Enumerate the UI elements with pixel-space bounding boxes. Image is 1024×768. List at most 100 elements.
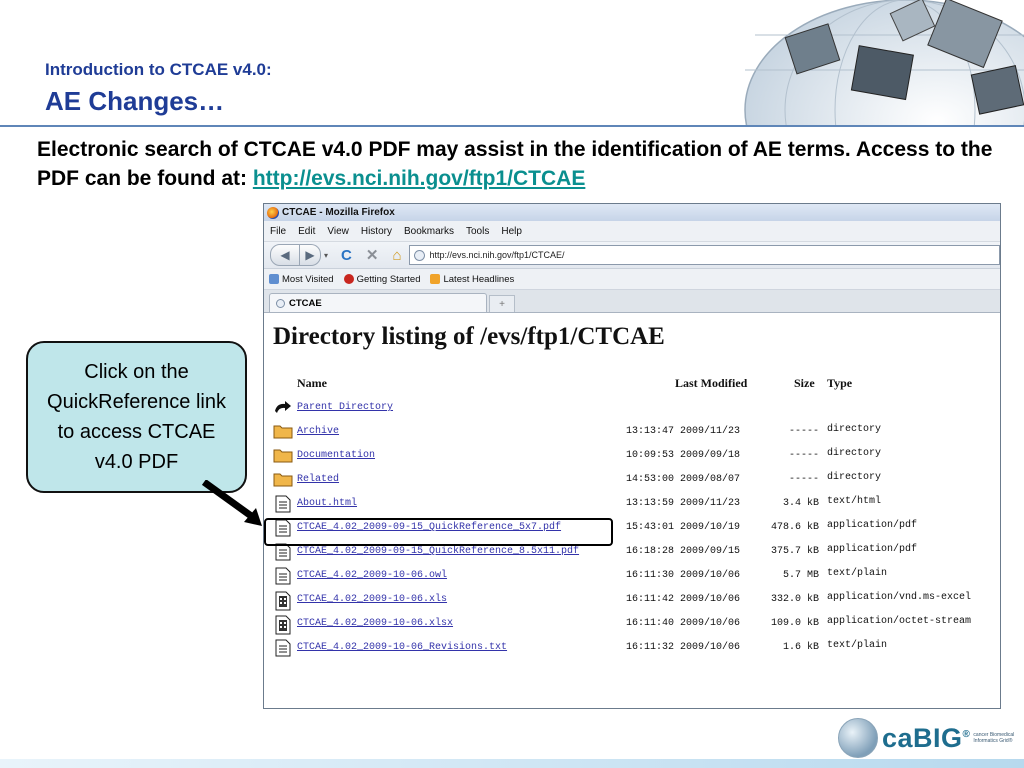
back-arrow-icon: ◀: [280, 248, 290, 262]
size-cell: 478.6 kB: [770, 522, 819, 533]
file-link[interactable]: About.html: [297, 498, 357, 509]
file-link[interactable]: CTCAE_4.02_2009-10-06.xlsx: [297, 618, 453, 629]
size-cell: -----: [788, 474, 819, 485]
last-modified-cell: 16:11:30 2009/10/06: [626, 570, 741, 581]
last-modified-cell: 16:11:32 2009/10/06: [626, 642, 741, 653]
cabig-logo: caBIG® cancer Biomedical Informatics Gri…: [838, 718, 1015, 758]
last-modified-cell: 13:13:47 2009/11/23: [626, 426, 741, 437]
last-modified-cell: 16:18:28 2009/09/15: [626, 546, 741, 557]
file-link[interactable]: Documentation: [297, 450, 375, 461]
size-cell: 375.7 kB: [770, 546, 819, 557]
type-cell: text/plain: [827, 640, 888, 651]
slide-subtitle: Introduction to CTCAE v4.0:: [45, 60, 272, 79]
parent-directory-row: Parent Directory: [273, 399, 993, 419]
callout-text: Click on the QuickReference link to acce…: [47, 361, 226, 473]
listing-row: Archive 13:13:47 2009/11/23 ----- directory: [273, 423, 993, 443]
size-cell: -----: [788, 426, 819, 437]
file-link[interactable]: CTCAE_4.02_2009-10-06.owl: [297, 570, 447, 581]
directory-heading: Directory listing of /evs/ftp1/CTCAE: [273, 323, 665, 350]
type-cell: text/plain: [827, 568, 888, 579]
quickreference-highlight-box: [264, 518, 613, 546]
window-title: CTCAE - Mozilla Firefox: [282, 207, 395, 218]
folder-icon: [273, 471, 293, 492]
header-decorative-globe-image: [735, 0, 1024, 125]
home-icon[interactable]: ⌂: [392, 247, 401, 264]
menu-edit[interactable]: Edit: [298, 226, 315, 237]
listing-row: CTCAE_4.02_2009-10-06.xls 16:11:42 2009/1…: [273, 591, 993, 611]
forward-arrow-icon: ▶: [305, 248, 315, 262]
last-modified-cell: 14:53:00 2009/08/07: [626, 474, 741, 485]
bookmark-latest-headlines[interactable]: Latest Headlines: [430, 274, 514, 285]
bookmark-getting-started[interactable]: Getting Started: [343, 273, 421, 285]
tab-ctcae[interactable]: CTCAE: [269, 293, 487, 312]
folder-icon: [273, 447, 293, 468]
column-header-modified: Last Modified: [675, 376, 748, 390]
footer-band: [0, 759, 1024, 768]
quickreference-callout: Click on the QuickReference link to acce…: [26, 341, 247, 493]
tab-strip: CTCAE +: [264, 290, 1000, 313]
parent-directory-link[interactable]: Parent Directory: [297, 402, 393, 413]
callout-arrow-icon: [201, 480, 262, 526]
listing-row: CTCAE_4.02_2009-10-06.owl 16:11:30 2009/1…: [273, 567, 993, 587]
header-divider: [0, 125, 1024, 127]
reload-icon[interactable]: C: [341, 247, 352, 264]
file-link[interactable]: Related: [297, 474, 339, 485]
bookmark-label: Getting Started: [356, 273, 421, 285]
cabig-globe-icon: [838, 718, 878, 758]
size-cell: 109.0 kB: [770, 618, 819, 629]
listing-row: CTCAE_4.02_2009-09-15_QuickReference_8.5…: [273, 543, 993, 563]
menu-file[interactable]: File: [270, 226, 286, 237]
stop-icon[interactable]: ✕: [366, 246, 379, 264]
last-modified-cell: 15:43:01 2009/10/19: [626, 522, 741, 533]
type-cell: application/octet-stream: [827, 616, 972, 627]
firefox-icon: [267, 206, 279, 219]
plus-icon: +: [499, 298, 505, 310]
rss-feed-icon: [430, 274, 441, 284]
address-bar[interactable]: http://evs.nci.nih.gov/ftp1/CTCAE/: [408, 245, 1000, 265]
menu-view[interactable]: View: [327, 226, 349, 237]
file-link[interactable]: CTCAE_4.02_2009-10-06.xls: [297, 594, 447, 605]
menu-history[interactable]: History: [361, 226, 392, 237]
column-header-name: Name: [297, 376, 327, 390]
last-modified-cell: 13:13:59 2009/11/23: [626, 498, 741, 509]
listing-row: CTCAE_4.02_2009-10-06.xlsx 16:11:40 2009/…: [273, 615, 993, 635]
cabig-wordmark: caBIG®: [882, 722, 971, 753]
column-header-size: Size: [794, 376, 815, 390]
last-modified-cell: 16:11:40 2009/10/06: [626, 618, 741, 629]
lead-paragraph: Electronic search of CTCAE v4.0 PDF may …: [37, 135, 997, 193]
file-link[interactable]: Archive: [297, 426, 339, 437]
tab-title: CTCAE: [289, 297, 322, 309]
browser-window: CTCAE - Mozilla Firefox File Edit View H…: [263, 203, 1001, 709]
bookmark-most-visited[interactable]: Most Visited: [269, 274, 334, 285]
menu-tools[interactable]: Tools: [466, 226, 489, 237]
type-cell: application/pdf: [827, 544, 918, 555]
document-icon: [273, 639, 293, 662]
file-link[interactable]: CTCAE_4.02_2009-09-15_QuickReference_8.5…: [297, 546, 579, 557]
document-icon: [273, 567, 293, 590]
menu-help[interactable]: Help: [501, 226, 522, 237]
size-cell: 5.7 MB: [782, 570, 819, 581]
history-dropdown-icon[interactable]: ▾: [324, 251, 328, 260]
cabig-tagline: cancer Biomedical Informatics Grid®: [973, 732, 1015, 744]
most-visited-icon: [269, 274, 279, 284]
type-cell: directory: [827, 472, 882, 483]
address-url: http://evs.nci.nih.gov/ftp1/CTCAE/: [429, 250, 565, 260]
type-cell: directory: [827, 448, 882, 459]
type-cell: application/vnd.ms-excel: [827, 592, 972, 603]
document-icon: [273, 495, 293, 518]
forward-button[interactable]: ▶: [300, 244, 321, 266]
ctcae-ftp-link[interactable]: http://evs.nci.nih.gov/ftp1/CTCAE: [253, 167, 586, 190]
size-cell: 3.4 kB: [782, 498, 819, 509]
new-tab-button[interactable]: +: [489, 295, 515, 312]
getting-started-icon: [343, 274, 354, 284]
binary-icon: [273, 615, 293, 640]
type-cell: text/html: [827, 496, 882, 507]
type-cell: application/pdf: [827, 520, 918, 531]
size-cell: -----: [788, 450, 819, 461]
back-button[interactable]: ◀: [270, 244, 300, 266]
menu-bookmarks[interactable]: Bookmarks: [404, 226, 454, 237]
browser-titlebar: CTCAE - Mozilla Firefox: [264, 204, 1000, 221]
file-link[interactable]: CTCAE_4.02_2009-10-06_Revisions.txt: [297, 642, 507, 653]
bookmark-label: Latest Headlines: [443, 273, 515, 285]
listing-row: Related 14:53:00 2009/08/07 ----- directory: [273, 471, 993, 491]
